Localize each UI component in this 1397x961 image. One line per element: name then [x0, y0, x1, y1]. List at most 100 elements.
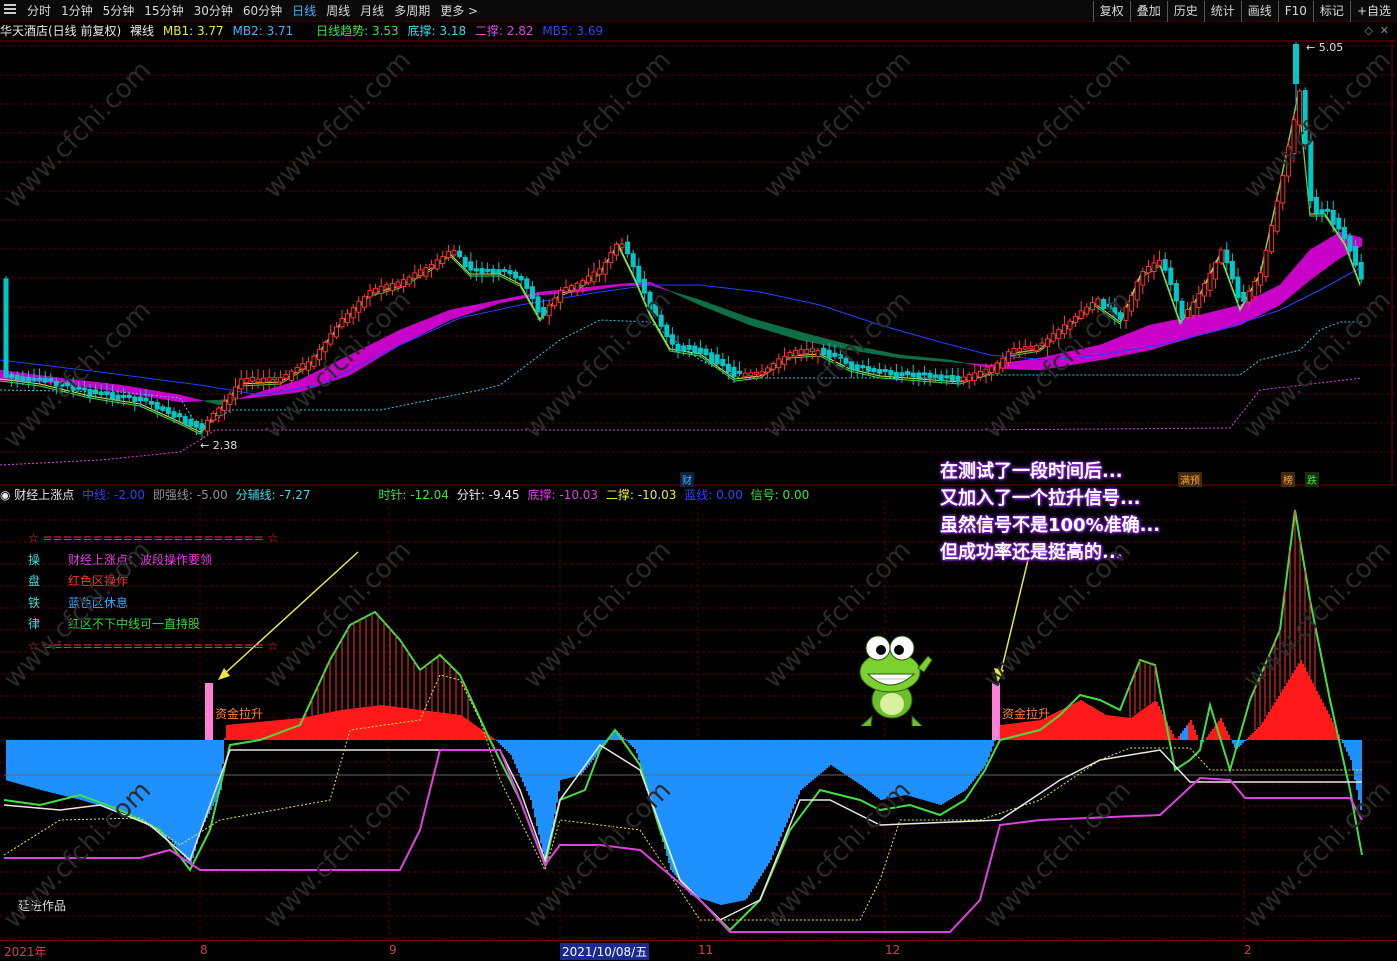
ma-band-segment — [920, 357, 922, 360]
osc-fill — [96, 740, 98, 805]
ma-band-segment — [938, 359, 940, 361]
osc-fill — [1122, 717, 1124, 740]
ma-band-segment — [664, 288, 666, 289]
signal-label: 资金拉升 — [1002, 706, 1050, 721]
osc-fill — [232, 724, 234, 740]
osc-fill — [932, 740, 934, 803]
ma-band-segment — [1340, 232, 1342, 258]
osc-fill — [864, 740, 866, 788]
osc-fill — [378, 705, 380, 740]
ma-band-segment — [124, 386, 126, 393]
candle-body — [217, 408, 221, 416]
osc-fill — [1300, 660, 1302, 740]
ma-band-segment — [680, 294, 682, 297]
osc-fill — [978, 740, 980, 774]
osc-fill — [62, 740, 64, 796]
candle-body — [1141, 271, 1145, 285]
ma-band-segment — [1252, 298, 1254, 319]
candle-body — [1023, 347, 1027, 349]
ma-band-segment — [1186, 317, 1188, 339]
osc-fill — [496, 740, 498, 741]
osc-fill — [938, 740, 940, 804]
ma-band-segment — [1120, 336, 1122, 356]
ma-band-segment — [1330, 237, 1332, 266]
ma-band-segment — [214, 400, 216, 404]
osc-fill — [1088, 705, 1090, 740]
ma-band-segment — [492, 301, 494, 306]
osc-fill — [332, 712, 334, 740]
osc-fill — [222, 740, 224, 764]
tag-die[interactable]: 跌 — [1305, 472, 1319, 487]
candle-body — [200, 424, 204, 430]
osc-fill — [742, 740, 744, 901]
date-cursor[interactable]: 2021/10/08/五 — [560, 943, 649, 960]
ma-band-segment — [612, 285, 614, 288]
ma-band-segment — [440, 313, 442, 325]
ma-band-segment — [478, 304, 480, 310]
ma-band-segment — [1256, 296, 1258, 317]
osc-fill — [1152, 702, 1154, 740]
ma-band-segment — [504, 299, 506, 302]
osc-fill — [822, 740, 824, 772]
osc-fill — [680, 740, 682, 883]
ma-band-segment — [1190, 317, 1192, 338]
osc-fill — [1256, 729, 1258, 740]
osc-fill — [1014, 723, 1016, 740]
ma-band-segment — [816, 336, 818, 343]
osc-fill — [1280, 693, 1282, 741]
candle-body — [530, 287, 534, 299]
ma-band-segment — [186, 397, 188, 402]
osc-fill — [728, 740, 730, 903]
osc-fill — [1094, 708, 1096, 740]
ma-band-segment — [892, 353, 894, 357]
osc-fill — [84, 740, 86, 801]
candle-body — [105, 392, 109, 395]
osc-fill — [970, 740, 972, 784]
ma-band-segment — [898, 355, 900, 358]
ma-band-segment — [556, 290, 558, 294]
ma-band-segment — [802, 333, 804, 341]
osc-fill — [1106, 715, 1108, 740]
candle-body — [122, 395, 126, 397]
osc-fill — [342, 710, 344, 740]
osc-fill — [1136, 714, 1138, 740]
candle-body — [1342, 227, 1346, 238]
ma-band-segment — [1254, 297, 1256, 318]
ma-band-segment — [670, 291, 672, 292]
ma-band-segment — [710, 304, 712, 310]
ma-band-segment — [1176, 319, 1178, 342]
candlestick-chart[interactable]: ← 5.05 ← 2.38 — [0, 0, 1397, 486]
candle-body — [922, 373, 926, 375]
osc-fill — [1018, 723, 1020, 740]
osc-fill — [986, 740, 988, 762]
ma-band-segment — [1310, 249, 1312, 280]
osc-fill — [1178, 736, 1180, 740]
ma-band-segment — [660, 287, 662, 289]
candle-body — [1359, 263, 1363, 280]
osc-fill — [1354, 740, 1356, 780]
osc-fill — [704, 740, 706, 900]
tag-manyu[interactable]: 满预 — [1178, 472, 1202, 487]
osc-fill — [918, 740, 920, 799]
tag-bang[interactable]: 榜 — [1281, 472, 1295, 487]
osc-fill — [554, 740, 556, 814]
ma-band-segment — [446, 311, 448, 322]
ma-band-segment — [248, 395, 250, 398]
ma-band-segment — [1204, 314, 1206, 335]
osc-fill — [698, 740, 700, 898]
osc-fill — [518, 740, 520, 773]
ma-band-segment — [762, 321, 764, 329]
osc-fill — [974, 740, 976, 779]
ma-band-segment — [242, 397, 244, 399]
osc-fill — [460, 715, 462, 740]
candle-body — [1258, 273, 1262, 285]
osc-fill — [162, 740, 164, 835]
ma-band-segment — [900, 355, 902, 358]
osc-fill — [866, 740, 868, 790]
osc-fill — [744, 740, 746, 900]
osc-fill — [570, 740, 572, 778]
osc-fill — [566, 740, 568, 779]
tag-cai[interactable]: 财 — [680, 472, 694, 487]
osc-fill — [726, 740, 728, 904]
signal-label: 资金拉升 — [215, 706, 263, 721]
